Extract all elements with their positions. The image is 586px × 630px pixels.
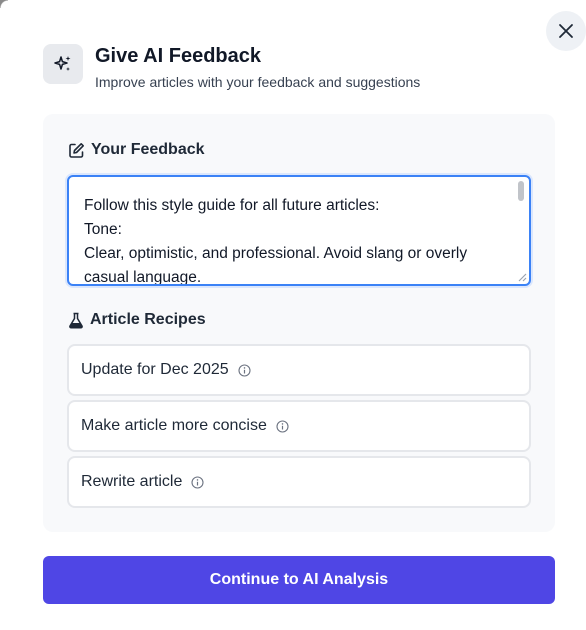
- recipe-make-more-concise[interactable]: Make article more concise: [67, 400, 531, 452]
- recipes-section-label: Article Recipes: [68, 311, 206, 329]
- recipe-rewrite-article[interactable]: Rewrite article: [67, 456, 531, 508]
- close-icon: [559, 24, 573, 38]
- resize-handle-icon[interactable]: [515, 270, 527, 282]
- feedback-textarea[interactable]: Follow this style guide for all future a…: [67, 175, 531, 286]
- textarea-scrollbar[interactable]: [515, 179, 527, 282]
- dialog-subtitle: Improve articles with your feedback and …: [95, 74, 421, 90]
- info-icon[interactable]: [238, 363, 251, 377]
- recipe-label: Rewrite article: [81, 473, 183, 490]
- feedback-panel: Your Feedback Follow this style guide fo…: [43, 114, 555, 532]
- window-corner: [0, 0, 8, 8]
- scrollbar-thumb[interactable]: [518, 181, 524, 201]
- dialog-title: Give AI Feedback: [95, 45, 261, 67]
- dialog-header: Give AI Feedback Improve articles with y…: [43, 44, 420, 91]
- feedback-text[interactable]: Follow this style guide for all future a…: [69, 177, 529, 284]
- sparkles-icon: [54, 56, 71, 71]
- recipe-label: Make article more concise: [81, 417, 267, 434]
- recipe-label: Update for Dec 2025: [81, 361, 229, 378]
- continue-to-ai-analysis-button[interactable]: Continue to AI Analysis: [43, 556, 555, 604]
- close-button[interactable]: [546, 11, 586, 51]
- recipes-label-text: Article Recipes: [90, 311, 206, 328]
- header-icon-badge: [43, 44, 83, 84]
- info-icon[interactable]: [191, 475, 204, 489]
- flask-icon: [69, 312, 83, 329]
- recipe-update-for-dec-2025[interactable]: Update for Dec 2025: [67, 344, 531, 396]
- feedback-label-text: Your Feedback: [91, 141, 205, 158]
- info-icon[interactable]: [276, 419, 289, 433]
- edit-icon: [69, 142, 84, 158]
- feedback-section-label: Your Feedback: [68, 141, 205, 159]
